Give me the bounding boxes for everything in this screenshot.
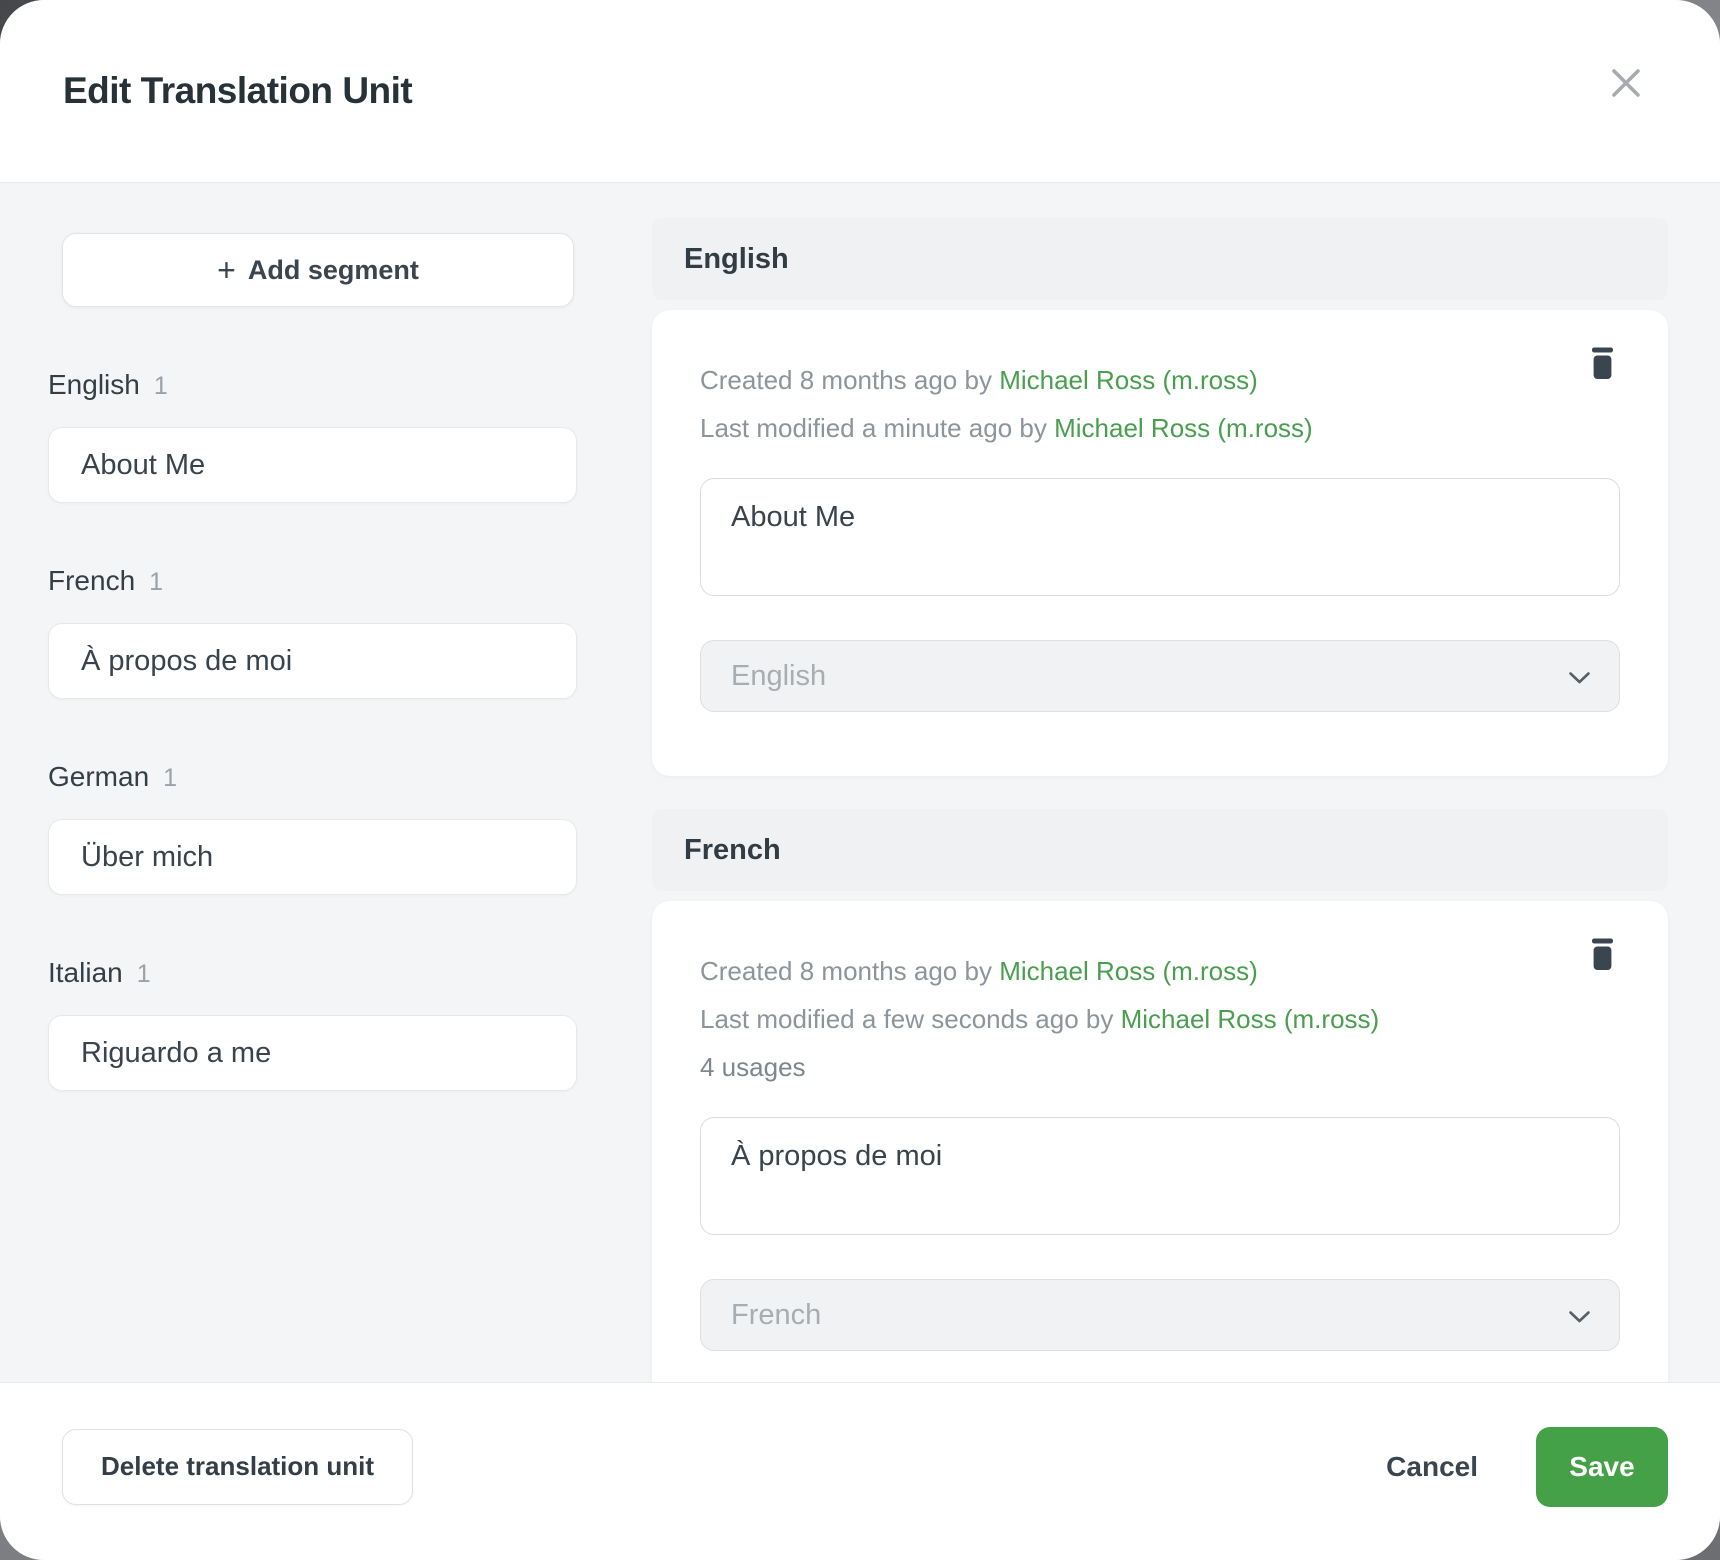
segment-count-badge: 1 xyxy=(163,764,177,793)
modified-user-link[interactable]: Michael Ross (m.ross) xyxy=(1121,1004,1380,1034)
dialog-body: + Add segment English 1 About Me French … xyxy=(0,183,1720,1382)
delete-segment-button-french[interactable] xyxy=(1580,933,1624,977)
created-prefix: Created 8 months ago by xyxy=(700,365,999,395)
segment-count-badge: 1 xyxy=(149,568,163,597)
chevron-down-icon xyxy=(1568,1299,1591,1332)
save-button[interactable]: Save xyxy=(1536,1427,1668,1507)
plus-icon: + xyxy=(217,252,236,289)
add-segment-button[interactable]: + Add segment xyxy=(62,233,574,307)
segment-card-german[interactable]: Über mich xyxy=(48,819,577,895)
created-meta: Created 8 months ago by Michael Ross (m.… xyxy=(700,356,1620,404)
panel-title: English xyxy=(684,243,789,276)
created-user-link[interactable]: Michael Ross (m.ross) xyxy=(999,365,1258,395)
segment-card-italian[interactable]: Riguardo a me xyxy=(48,1015,577,1091)
created-user-link[interactable]: Michael Ross (m.ross) xyxy=(999,956,1258,986)
segment-group-italian: Italian 1 Riguardo a me xyxy=(48,957,577,1091)
segment-text-input-french[interactable]: À propos de moi xyxy=(700,1117,1620,1235)
segment-label-row: German 1 xyxy=(48,761,577,793)
panel-card-english: Created 8 months ago by Michael Ross (m.… xyxy=(652,310,1668,776)
modified-meta: Last modified a minute ago by Michael Ro… xyxy=(700,404,1620,452)
page-title: Edit Translation Unit xyxy=(63,70,412,112)
segment-label-row: Italian 1 xyxy=(48,957,577,989)
segment-detail-panels: English Created 8 months ago by Michael … xyxy=(652,183,1668,1382)
segment-card-english[interactable]: About Me xyxy=(48,427,577,503)
segments-sidebar: + Add segment English 1 About Me French … xyxy=(48,183,577,1382)
modified-user-link[interactable]: Michael Ross (m.ross) xyxy=(1054,413,1313,443)
segment-group-english: English 1 About Me xyxy=(48,369,577,503)
close-button[interactable] xyxy=(1604,62,1648,106)
segment-language-label: French xyxy=(48,565,135,597)
edit-translation-unit-dialog: Edit Translation Unit + Add segment Engl… xyxy=(0,0,1720,1560)
trash-icon xyxy=(1589,937,1616,974)
panel-title: French xyxy=(684,834,781,867)
segment-language-label: English xyxy=(48,369,140,401)
panel-header-french: French xyxy=(652,809,1668,891)
close-icon xyxy=(1610,67,1642,102)
language-select-value: English xyxy=(731,660,826,693)
segment-count-badge: 1 xyxy=(154,372,168,401)
dialog-header: Edit Translation Unit xyxy=(0,0,1720,183)
segment-label-row: French 1 xyxy=(48,565,577,597)
created-prefix: Created 8 months ago by xyxy=(700,956,999,986)
cancel-button[interactable]: Cancel xyxy=(1386,1451,1478,1483)
usages-count: 4 usages xyxy=(700,1043,1620,1091)
panel-french: French Created 8 months ago by Michael R… xyxy=(652,809,1668,1382)
created-meta: Created 8 months ago by Michael Ross (m.… xyxy=(700,947,1620,995)
modified-meta: Last modified a few seconds ago by Micha… xyxy=(700,995,1620,1043)
dialog-footer: Delete translation unit Cancel Save xyxy=(0,1382,1720,1560)
delete-translation-unit-button[interactable]: Delete translation unit xyxy=(62,1429,413,1505)
segment-language-label: German xyxy=(48,761,149,793)
add-segment-label: Add segment xyxy=(248,255,419,286)
language-select-english[interactable]: English xyxy=(700,640,1620,712)
panel-english: English Created 8 months ago by Michael … xyxy=(652,218,1668,776)
segment-language-label: Italian xyxy=(48,957,123,989)
segment-group-german: German 1 Über mich xyxy=(48,761,577,895)
segment-group-french: French 1 À propos de moi xyxy=(48,565,577,699)
segment-count-badge: 1 xyxy=(137,960,151,989)
trash-icon xyxy=(1589,346,1616,383)
segment-text-input-english[interactable]: About Me xyxy=(700,478,1620,596)
chevron-down-icon xyxy=(1568,660,1591,693)
modified-prefix: Last modified a few seconds ago by xyxy=(700,1004,1121,1034)
delete-segment-button-english[interactable] xyxy=(1580,342,1624,386)
panel-card-french: Created 8 months ago by Michael Ross (m.… xyxy=(652,901,1668,1382)
modified-prefix: Last modified a minute ago by xyxy=(700,413,1054,443)
panel-header-english: English xyxy=(652,218,1668,300)
segment-label-row: English 1 xyxy=(48,369,577,401)
segment-card-french[interactable]: À propos de moi xyxy=(48,623,577,699)
language-select-value: French xyxy=(731,1299,821,1332)
language-select-french[interactable]: French xyxy=(700,1279,1620,1351)
